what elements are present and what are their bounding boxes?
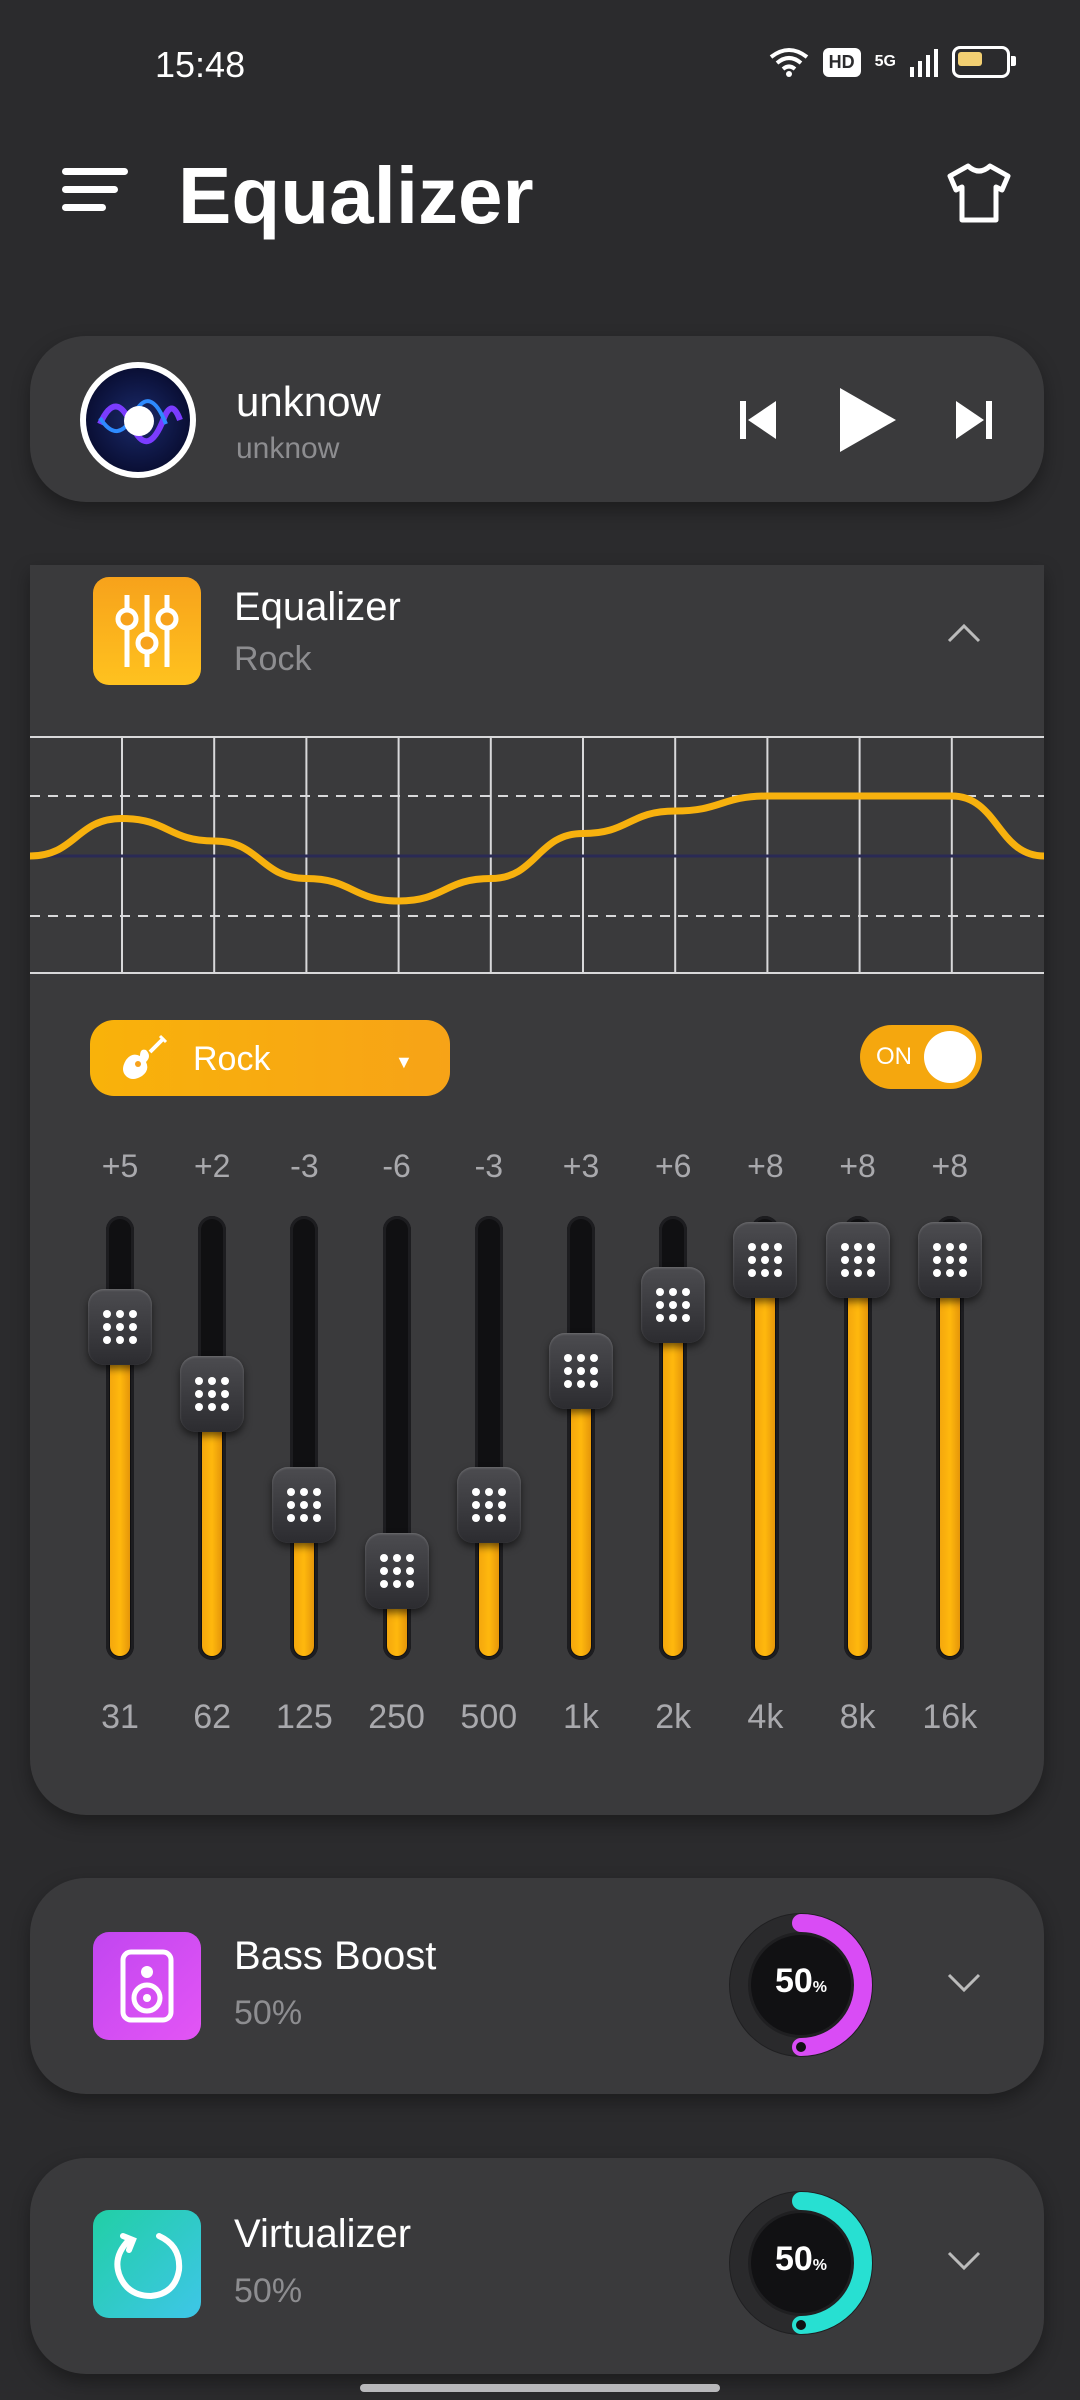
caret-down-icon: ▼ [395,1052,413,1072]
band-gain-label: +8 [931,1148,969,1184]
band-frequency-label: 62 [193,1698,232,1736]
band-frequency-label: 250 [368,1698,425,1736]
band-frequency-label: 8k [839,1698,876,1736]
band-slider-thumb[interactable] [88,1289,152,1365]
band-frequency-label: 125 [276,1698,333,1736]
band-slider-fill [110,1327,130,1656]
bass-boost-value: 50% [234,1994,303,2032]
play-icon[interactable] [838,386,898,454]
toggle-knob [924,1031,976,1083]
preset-label: Rock [193,1040,271,1078]
virtualizer-knob[interactable]: 50% [726,2188,876,2338]
band-slider-track[interactable] [474,1216,503,1660]
bass-boost-title: Bass Boost [234,1934,437,1978]
eq-curve-graph [30,736,1044,974]
band-slider-fill [663,1304,684,1656]
band-gain-label: -6 [382,1148,411,1184]
battery-icon [952,46,1016,78]
band-slider-fill [939,1260,960,1656]
band-slider-thumb[interactable] [825,1222,890,1299]
band-slider-track[interactable] [567,1216,595,1660]
next-icon[interactable] [954,395,994,445]
band-frequency-label: 4k [747,1698,784,1736]
knob-indicator [794,2318,808,2332]
band-gain-label: +3 [562,1148,600,1184]
band-slider-track[interactable] [198,1216,227,1660]
status-icons: HD 5G [769,46,1016,78]
equalizer-icon [93,577,201,685]
eq-curve [30,792,1044,905]
band-slider-thumb[interactable] [917,1222,982,1299]
band-slider-track[interactable] [106,1216,134,1660]
guitar-icon [123,1034,168,1079]
band-frequency-label: 31 [101,1698,139,1736]
song-title: unknow [236,378,381,425]
band-slider-fill [847,1260,868,1656]
band-slider-thumb[interactable] [180,1355,245,1432]
previous-icon[interactable] [738,395,778,445]
band-gain-label: +2 [193,1148,231,1184]
band-slider-thumb[interactable] [549,1333,613,1410]
band-slider-fill [571,1371,591,1656]
home-indicator [360,2384,720,2392]
menu-icon[interactable] [62,168,128,220]
wifi-icon [769,48,808,77]
band-slider-thumb[interactable] [733,1222,798,1299]
network-type: 5G [874,53,896,70]
bass-boost-knob-label: 50% [774,1962,828,2000]
band-slider-thumb[interactable] [272,1466,337,1543]
bass-boost-knob[interactable]: 50% [726,1910,876,2060]
equalizer-toggle[interactable]: ON [860,1025,982,1089]
equalizer-title: Equalizer [234,585,401,629]
chevron-down-icon[interactable] [946,1972,982,1994]
band-frequency-label: 16k [922,1698,978,1736]
equalizer-preset-name: Rock [234,640,312,678]
band-slider-fill [755,1260,776,1656]
toggle-label: ON [876,1043,912,1070]
band-slider-fill [202,1393,223,1656]
page-title: Equalizer [178,151,534,240]
virtualizer-knob-label: 50% [774,2240,828,2278]
virtualizer-title: Virtualizer [234,2212,412,2256]
band-frequency-label: 500 [460,1698,518,1736]
band-gain-label: +8 [839,1148,876,1184]
band-frequency-label: 2k [655,1698,692,1736]
band-slider-thumb[interactable] [456,1466,521,1543]
band-gain-label: +8 [747,1148,784,1184]
band-gain-label: -3 [474,1148,504,1184]
band-gain-label: -3 [290,1148,319,1184]
virtualizer-value: 50% [234,2272,303,2310]
tshirt-icon[interactable] [944,160,1014,226]
speaker-icon [93,1932,201,2040]
band-frequency-label: 1k [563,1698,599,1736]
band-gain-label: +6 [654,1148,692,1184]
hd-badge: HD [822,47,861,77]
virtualizer-icon [93,2210,201,2318]
band-gain-label: +5 [101,1148,139,1184]
knob-indicator [794,2040,808,2054]
chevron-down-icon[interactable] [946,2250,982,2272]
band-slider-track[interactable] [290,1216,319,1660]
chevron-up-icon[interactable] [946,622,982,644]
signal-icon [910,49,938,77]
album-art [80,362,196,478]
status-time: 15:48 [155,44,246,85]
band-slider-thumb[interactable] [641,1266,706,1343]
song-artist: unknow [236,432,340,465]
band-slider-thumb[interactable] [364,1533,429,1610]
